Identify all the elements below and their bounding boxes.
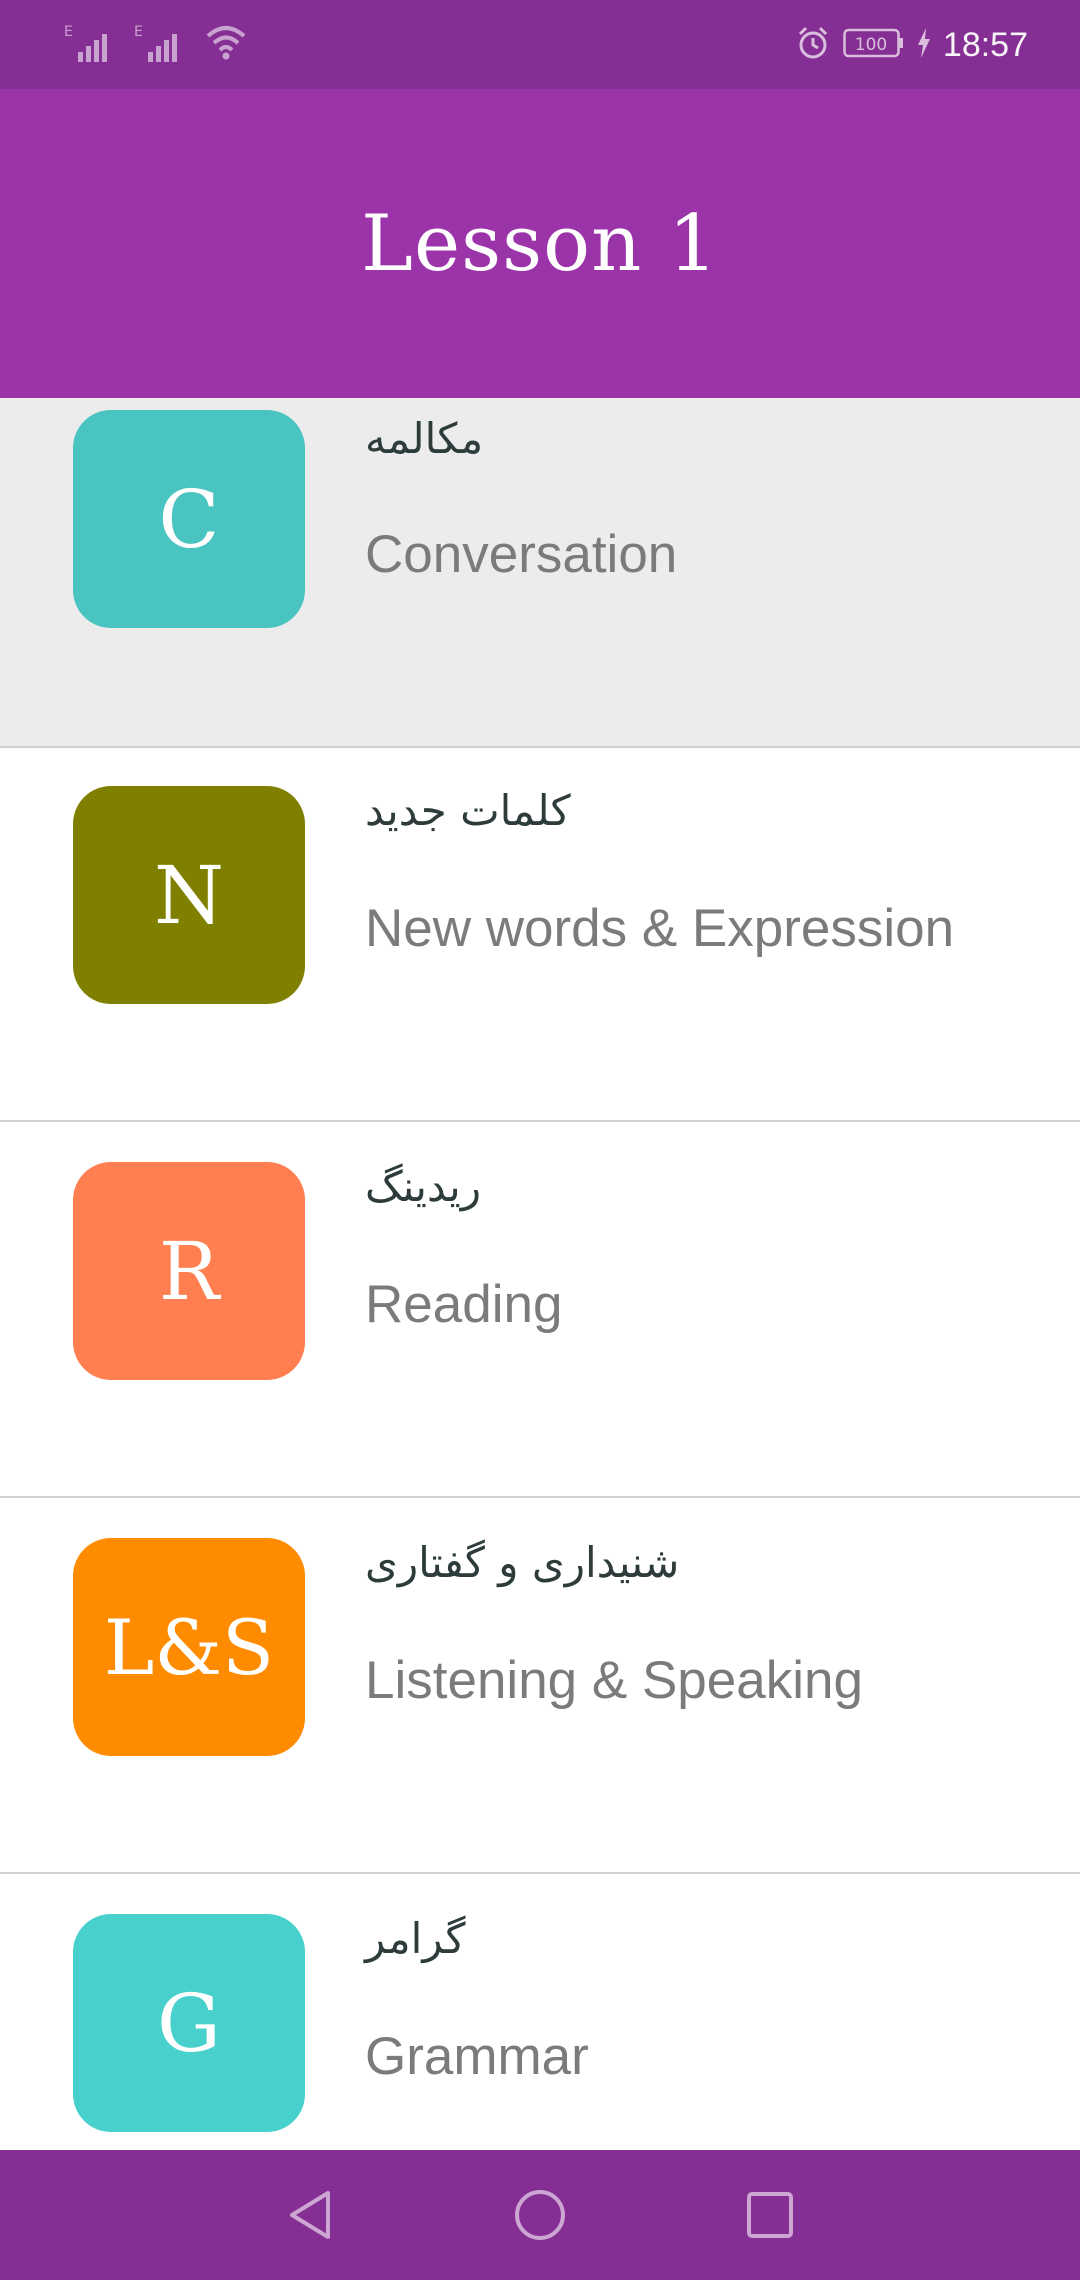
svg-text:E: E [134,24,143,40]
item-title-english: Conversation [365,525,678,584]
list-item-conversation[interactable]: C مکالمه Conversation [0,398,1080,748]
item-title-persian: گرامر [365,1914,466,1963]
alarm-icon [795,25,831,65]
recents-icon[interactable] [738,2183,802,2247]
status-left-icons: E E [64,22,248,66]
battery-level: 100 [855,35,887,55]
tile-conversation: C [73,410,305,628]
status-time: 18:57 [942,26,1028,64]
charging-icon [917,28,931,62]
list-item-reading[interactable]: R ریدینگ Reading [0,1124,1080,1498]
tile-reading: R [73,1162,305,1380]
wifi-icon [204,22,248,66]
item-title-persian: کلمات جدید [365,786,571,835]
list-item-grammar[interactable]: G گرامر Grammar [0,1876,1080,2150]
signal-e-icon: E [64,22,114,66]
page-title: Lesson 1 [361,198,719,289]
tile-new-words: N [73,786,305,1004]
svg-text:E: E [64,24,73,40]
tile-letter: R [158,1224,220,1318]
signal-e-icon: E [134,22,184,66]
tile-letter: L&S [103,1602,275,1692]
item-title-english: Reading [365,1275,563,1334]
item-title-english: Grammar [365,2027,589,2086]
item-title-english: Listening & Speaking [365,1651,863,1710]
status-right-icons: 100 18:57 [795,22,1028,68]
tile-letter: N [154,848,224,942]
status-bar: E E 100 18:57 [0,0,1080,89]
tile-listening-speaking: L&S [73,1538,305,1756]
item-title-persian: مکالمه [365,414,484,463]
lesson-section-list: C مکالمه Conversation N کلمات جدید New w… [0,398,1080,2150]
navigation-bar [0,2150,1080,2280]
tile-letter: C [158,472,220,566]
back-icon[interactable] [278,2183,342,2247]
list-item-new-words[interactable]: N کلمات جدید New words & Expression [0,748,1080,1122]
item-title-english: New words & Expression [365,899,955,958]
list-item-listening-speaking[interactable]: L&S شنیداری و گفتاری Listening & Speakin… [0,1500,1080,1874]
tile-grammar: G [73,1914,305,2132]
app-bar: Lesson 1 [0,89,1080,398]
battery-icon: 100 [843,27,905,63]
item-title-persian: ریدینگ [365,1162,481,1211]
tile-letter: G [157,1976,221,2070]
item-title-persian: شنیداری و گفتاری [365,1538,680,1587]
home-icon[interactable] [508,2183,572,2247]
